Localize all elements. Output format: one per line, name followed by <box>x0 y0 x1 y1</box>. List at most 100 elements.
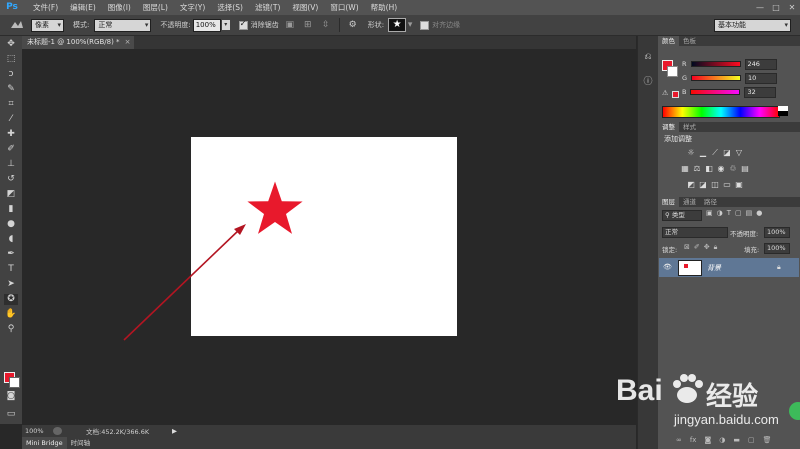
layer-filter-icons: ▣ ◑ T ▢ ▤ ● <box>706 209 762 217</box>
green-slider[interactable] <box>691 75 742 81</box>
lock-icon: 🔒︎ <box>777 263 781 271</box>
layer-filter-select[interactable]: ⚲ 类型 <box>662 210 702 221</box>
properties-icon[interactable]: ⓘ <box>641 74 655 88</box>
channel-mixer-icon[interactable]: ♲ <box>728 164 738 173</box>
curves-icon[interactable]: ⟋ <box>710 148 720 157</box>
bottom-panel-tabs: Mini Bridge 时间轴 <box>22 437 636 449</box>
red-slider[interactable] <box>690 61 741 67</box>
warning-icon: ⚠ <box>662 89 669 97</box>
color-panel-header: 颜色 色板 <box>658 36 800 46</box>
red-star-shape[interactable] <box>247 181 303 234</box>
lock-icons: ⊠ ✐ ✥ 🔒︎ <box>684 243 717 252</box>
gradient-map-icon[interactable]: ▭ <box>722 180 732 189</box>
green-slider-row: G 10 <box>682 72 778 84</box>
filter-toggle-icon[interactable]: ● <box>756 209 762 217</box>
tab-adjustments[interactable]: 调整 <box>658 122 679 132</box>
filter-type-icon[interactable]: T <box>727 209 731 217</box>
adjust-panel-header: 调整 样式 <box>658 122 800 132</box>
red-label: R <box>682 60 687 68</box>
layer-opacity-input[interactable]: 100% <box>764 227 790 238</box>
black-white-icon[interactable]: ◧ <box>704 164 714 173</box>
color-lookup-icon[interactable]: ▤ <box>740 164 750 173</box>
new-group-icon[interactable]: ▬ <box>733 436 740 444</box>
brightness-contrast-icon[interactable]: ☼ <box>686 148 696 157</box>
green-label: G <box>682 74 688 82</box>
tab-styles[interactable]: 样式 <box>679 122 700 132</box>
filter-smart-icon[interactable]: ▤ <box>746 209 753 217</box>
fill-input[interactable]: 100% <box>764 243 790 254</box>
add-adjustment-label: 添加调整 <box>664 135 692 143</box>
filter-adjust-icon[interactable]: ◑ <box>717 209 723 217</box>
floating-badge[interactable] <box>789 402 800 420</box>
tab-paths[interactable]: 路径 <box>700 197 721 207</box>
tab-swatches[interactable]: 色板 <box>679 36 700 46</box>
watermark-brand-2: 经验 <box>706 382 759 412</box>
filter-shape-icon[interactable]: ▢ <box>735 209 742 217</box>
layer-thumbnail-star <box>684 264 688 268</box>
gamut-swatch[interactable] <box>672 91 679 98</box>
adjustment-icons-row-3: ◩ ◪ ◫ ▭ ▣ <box>686 180 744 189</box>
adjustment-icons-row-1: ☼ ▁ ⟋ ◪ ▽ <box>686 148 744 157</box>
new-adjustment-icon[interactable]: ◑ <box>719 436 725 444</box>
link-layers-icon[interactable]: ∞ <box>676 436 682 444</box>
lock-position-icon[interactable]: ✥ <box>704 243 710 252</box>
paw-icon <box>673 374 703 403</box>
status-arrow-icon[interactable]: ▶ <box>172 427 177 435</box>
layer-style-icon[interactable]: fx <box>690 436 697 444</box>
spectrum-black[interactable] <box>778 111 788 116</box>
fill-label: 填充: <box>744 246 760 254</box>
tab-mini-bridge[interactable]: Mini Bridge <box>22 437 67 449</box>
blue-slider[interactable] <box>690 89 741 95</box>
levels-icon[interactable]: ▁ <box>698 148 708 157</box>
tab-color[interactable]: 颜色 <box>658 36 679 46</box>
blue-slider-row: B 32 <box>682 86 777 98</box>
lock-all-icon[interactable]: 🔒︎ <box>714 243 718 252</box>
color-spectrum-bar[interactable] <box>662 106 780 118</box>
document-info: 文档:452.2K/366.6K <box>86 428 150 436</box>
layer-name[interactable]: 背景 <box>707 263 721 273</box>
layer-opacity-label: 不透明度: <box>730 230 759 238</box>
layer-footer-icons: ∞ fx ◙ ◑ ▬ ▢ 🗑︎ <box>676 436 772 444</box>
vibrance-icon[interactable]: ▽ <box>734 148 744 157</box>
add-mask-icon[interactable]: ◙ <box>704 436 711 444</box>
watermark-brand: Bai <box>616 374 663 407</box>
layer-blend-mode-select[interactable]: 正常 <box>662 227 728 238</box>
tab-timeline[interactable]: 时间轴 <box>67 437 95 449</box>
invert-icon[interactable]: ◩ <box>686 180 696 189</box>
color-bg-swatch[interactable] <box>667 66 678 77</box>
selective-color-icon[interactable]: ▣ <box>734 180 744 189</box>
layer-filter-value: 类型 <box>671 211 685 219</box>
layer-row-background[interactable]: 👁︎ 背景 🔒︎ <box>659 258 799 277</box>
history-icon[interactable]: ⎌ <box>641 52 655 66</box>
lock-label: 锁定: <box>662 246 678 254</box>
new-layer-icon[interactable]: ▢ <box>748 436 755 444</box>
hue-saturation-icon[interactable]: ▦ <box>680 164 690 173</box>
adjustment-icons-row-2: ▦ ⚖ ◧ ◉ ♲ ▤ <box>680 164 750 173</box>
photo-filter-icon[interactable]: ◉ <box>716 164 726 173</box>
tab-layers[interactable]: 图层 <box>658 197 679 207</box>
layer-thumbnail <box>678 260 702 276</box>
blue-value-input[interactable]: 32 <box>744 86 777 98</box>
red-slider-row: R 246 <box>682 58 777 70</box>
threshold-icon[interactable]: ◫ <box>710 180 720 189</box>
pointer-arrow <box>123 228 241 341</box>
green-value-input[interactable]: 10 <box>745 72 778 84</box>
zoom-level[interactable]: 100% <box>22 427 53 435</box>
color-balance-icon[interactable]: ⚖ <box>692 164 702 173</box>
watermark-url: jingyan.baidu.com <box>674 412 779 427</box>
eye-icon[interactable]: 👁︎ <box>663 263 672 271</box>
search-icon: ⚲ <box>665 211 672 219</box>
exposure-icon[interactable]: ◪ <box>722 148 732 157</box>
layers-panel-header: 图层 通道 路径 <box>658 197 800 207</box>
lock-pixels-icon[interactable]: ✐ <box>694 243 700 252</box>
lock-transparent-icon[interactable]: ⊠ <box>684 243 690 252</box>
blue-label: B <box>682 88 687 96</box>
status-bar: 100% 文档:452.2K/366.6K ▶ <box>22 425 636 437</box>
tab-channels[interactable]: 通道 <box>679 197 700 207</box>
baidu-jingyan-watermark: Bai 经验 jingyan.baidu.com <box>612 366 792 436</box>
posterize-icon[interactable]: ◪ <box>698 180 708 189</box>
status-menu-icon[interactable] <box>53 427 62 435</box>
filter-pixel-icon[interactable]: ▣ <box>706 209 713 217</box>
red-value-input[interactable]: 246 <box>744 58 777 70</box>
trash-icon[interactable]: 🗑︎ <box>763 436 772 444</box>
